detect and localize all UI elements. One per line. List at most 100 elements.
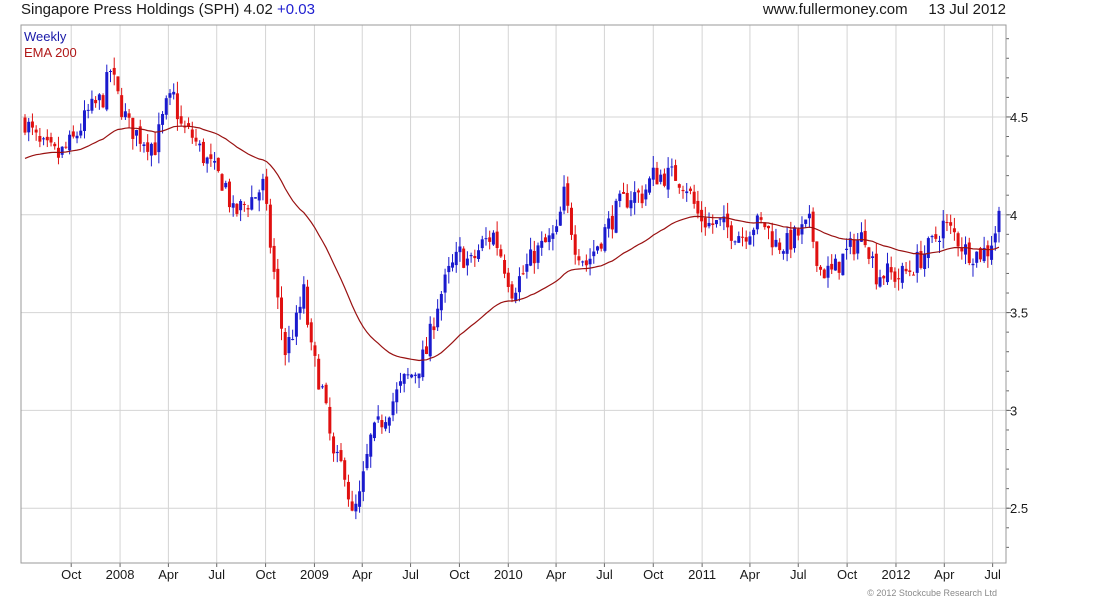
candle-body [525, 264, 529, 272]
candle-body [618, 193, 622, 202]
candle-body [458, 246, 462, 253]
candle-body [190, 129, 194, 138]
candle-body [90, 98, 94, 111]
candle-body [406, 374, 410, 376]
candle-body [934, 234, 938, 239]
candle-body [484, 238, 488, 240]
candle-body [700, 209, 704, 222]
candle-body [265, 176, 269, 204]
candle-body [547, 235, 551, 243]
x-tick-label: 2012 [882, 567, 911, 582]
candle-body [209, 154, 213, 159]
candle-body [71, 131, 75, 137]
candle-body [599, 243, 603, 249]
candle-body [451, 262, 455, 268]
candle-body [164, 98, 168, 115]
candle-body [703, 217, 707, 228]
candle-body [629, 200, 633, 209]
y-tick-label: 3 [1010, 403, 1017, 418]
candle-body [123, 111, 127, 118]
candle-body [584, 260, 588, 266]
candle-body [361, 471, 365, 492]
candle-body [915, 251, 919, 273]
candle-body [473, 255, 477, 259]
candle-body [469, 255, 473, 257]
candle-body [380, 420, 384, 428]
candle-body [488, 237, 492, 242]
x-tick-label: 2010 [494, 567, 523, 582]
candle-body [402, 373, 406, 384]
candle-body [97, 94, 101, 101]
candle-body [276, 268, 280, 298]
candle-body [614, 200, 618, 233]
candle-body [294, 312, 298, 337]
candle-body [622, 192, 626, 194]
candle-body [562, 186, 566, 211]
candle-body [648, 178, 652, 193]
candle-body [967, 242, 971, 264]
candle-body [175, 93, 179, 120]
candle-body [224, 182, 228, 188]
candle-body [826, 265, 830, 278]
candle-body [153, 142, 157, 155]
candle-body [306, 286, 310, 325]
candle-body [633, 192, 637, 203]
candle-body [908, 270, 912, 273]
candle-body [447, 265, 451, 273]
candle-body [491, 232, 495, 245]
candle-body [328, 406, 332, 434]
candle-body [201, 141, 205, 164]
candle-body [34, 129, 38, 133]
candle-body [807, 213, 811, 219]
y-tick-label: 4.5 [1010, 110, 1028, 125]
candle-body [116, 76, 120, 92]
candle-body [38, 135, 42, 142]
candle-body [811, 211, 815, 242]
candle-body [220, 174, 224, 191]
x-tick-label: Oct [255, 567, 276, 582]
candle-body [986, 245, 990, 257]
candle-body [105, 72, 109, 110]
candle-body [767, 225, 771, 229]
candle-body [510, 284, 514, 299]
candle-body [517, 276, 521, 293]
candle-body [369, 434, 373, 457]
candle-body [280, 297, 284, 329]
candle-body [462, 248, 466, 268]
candle-body [261, 178, 265, 191]
legend-ema: EMA 200 [24, 45, 77, 60]
candle-body [27, 121, 31, 133]
candle-body [882, 275, 886, 279]
candle-body [372, 422, 376, 439]
candle-body [603, 227, 607, 251]
candle-body [871, 256, 875, 258]
candle-body [893, 271, 897, 282]
candle-body [68, 134, 72, 151]
x-tick-label: Apr [740, 567, 761, 582]
candle-body [205, 157, 209, 164]
candle-body [324, 384, 328, 404]
x-tick-label: Jul [596, 567, 613, 582]
candle-body [302, 284, 306, 309]
candle-body [30, 121, 34, 128]
candle-body [339, 450, 343, 462]
candle-body [726, 213, 730, 228]
candle-body [253, 197, 257, 199]
candle-body [521, 273, 525, 275]
candle-body [109, 71, 113, 73]
candle-body [227, 181, 231, 208]
x-tick-label: 2011 [688, 567, 716, 582]
candle-body [376, 416, 380, 420]
candle-body [845, 248, 849, 251]
candle-body [42, 138, 46, 140]
legend-weekly: Weekly [24, 29, 67, 44]
candle-body [346, 481, 350, 500]
candle-body [577, 256, 581, 261]
candle-body [283, 332, 287, 356]
x-tick-label: Apr [934, 567, 955, 582]
candle-body [410, 374, 414, 378]
candle-body [387, 417, 391, 426]
price-chart: 2.5 3 3.5 4 4.5 Oct 2008 Apr Jul Oct 2009 Apr Jul Oct… [20, 24, 1028, 582]
candle-body [23, 117, 27, 133]
candle-body [640, 193, 644, 204]
